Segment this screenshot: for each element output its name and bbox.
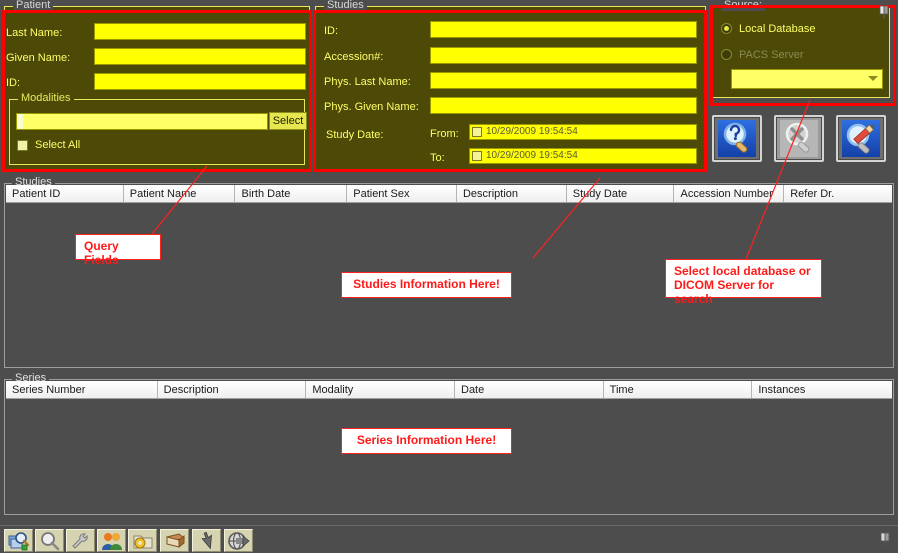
users-button[interactable] <box>97 529 126 552</box>
wrench-icon <box>70 531 92 551</box>
callout-query-fields: Query Fields <box>75 234 161 260</box>
callout-series-information: Series Information Here! <box>341 428 512 454</box>
exit-button[interactable] <box>224 529 253 552</box>
pin-icon[interactable] <box>878 5 892 21</box>
arrow-pointer-icon <box>196 531 218 551</box>
book-icon <box>164 531 186 551</box>
exit-globe-icon <box>228 531 250 551</box>
callout-select-source: Select local database or DICOM Server fo… <box>665 259 822 298</box>
log-button[interactable] <box>160 529 189 552</box>
magnifier-icon <box>39 531 61 551</box>
study-browser-button[interactable] <box>4 529 33 552</box>
folder-gear-icon <box>132 531 154 551</box>
images-search-icon <box>8 531 30 551</box>
users-icon <box>101 531 123 551</box>
callout-studies-information: Studies Information Here! <box>341 272 512 298</box>
search-button[interactable] <box>35 529 64 552</box>
pointer-button[interactable] <box>192 529 221 552</box>
settings-button[interactable] <box>128 529 157 552</box>
pin-icon-bottom[interactable] <box>879 532 893 548</box>
bottom-toolbar <box>0 525 898 553</box>
tools-button[interactable] <box>66 529 95 552</box>
dicom-query-retrieve-window: Patient Last Name: Given Name: ID: Modal… <box>0 0 898 553</box>
